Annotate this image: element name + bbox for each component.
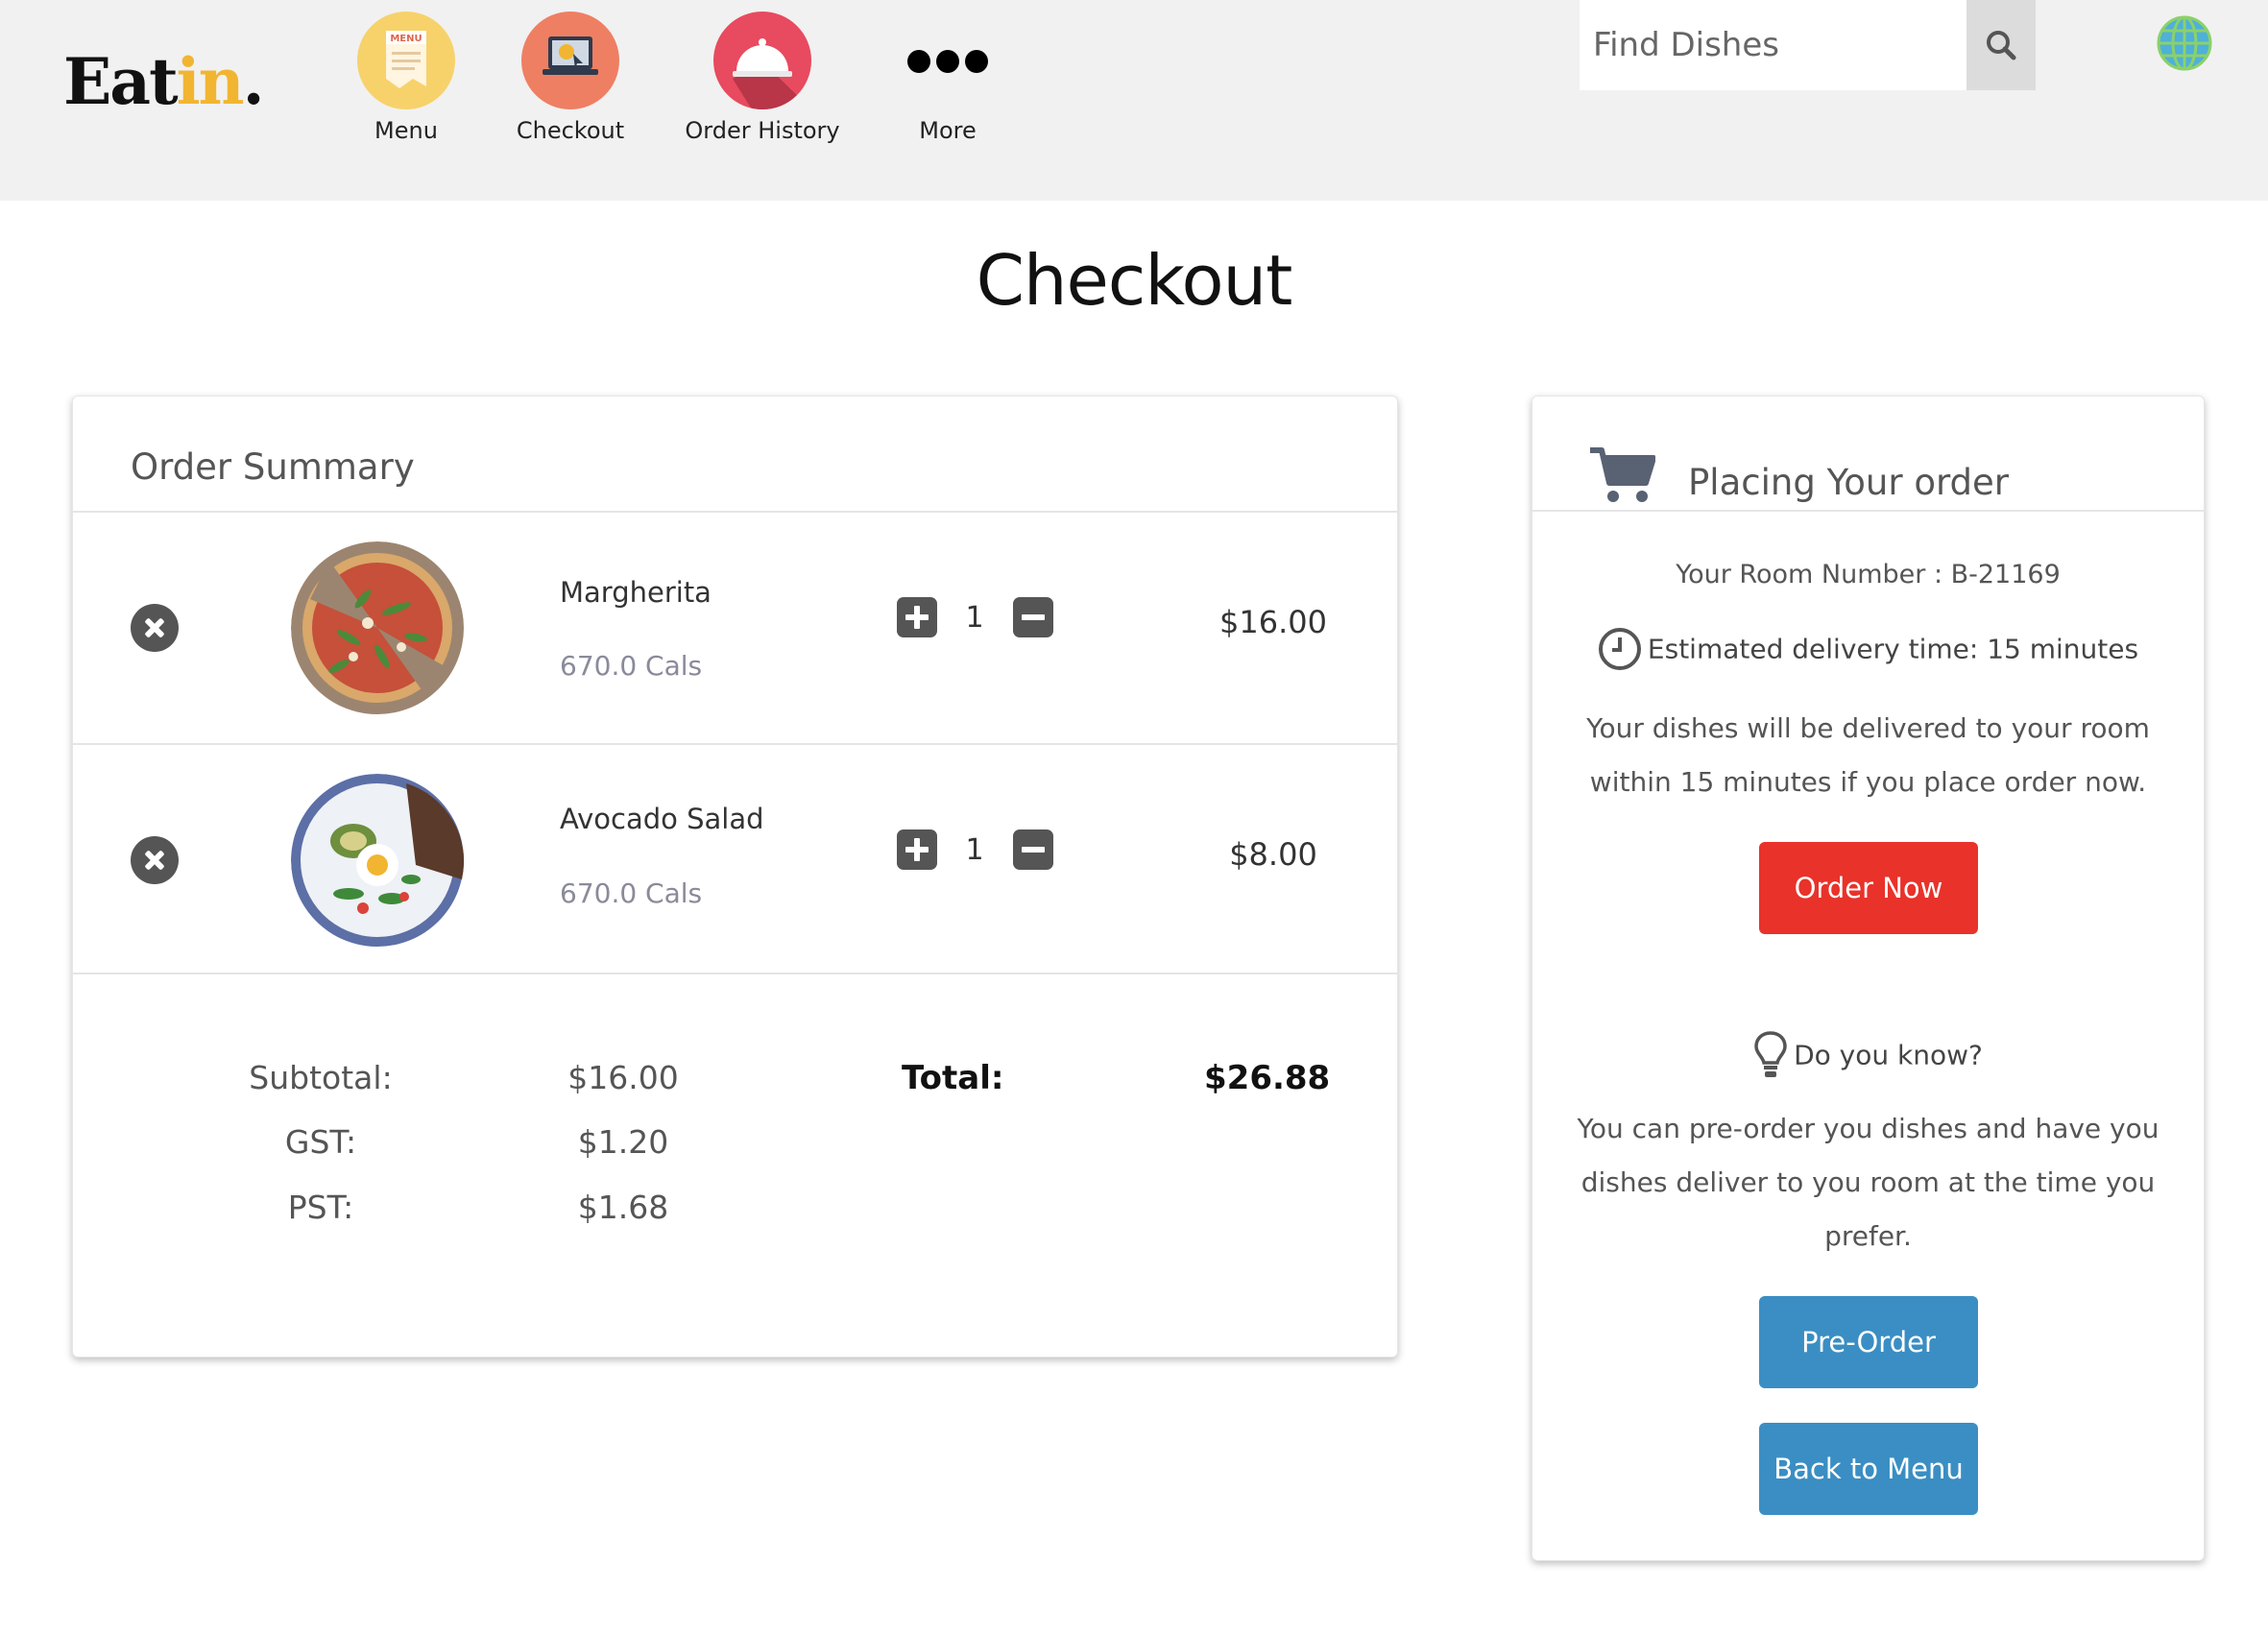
eatin-logo[interactable]: Eatin. <box>63 44 265 119</box>
cart-icon <box>1590 447 1655 502</box>
placing-order-title: Placing Your order <box>1688 462 2009 503</box>
increase-quantity-button[interactable] <box>897 829 937 870</box>
divider <box>73 973 1397 974</box>
salad-image <box>291 774 465 948</box>
quantity-value: 1 <box>965 601 984 635</box>
do-you-know: Do you know? <box>1532 1030 2204 1080</box>
quantity-value: 1 <box>965 833 984 867</box>
back-to-menu-button[interactable]: Back to Menu <box>1759 1423 1978 1515</box>
pre-order-button[interactable]: Pre-Order <box>1759 1296 1978 1388</box>
total-value: $26.88 <box>1204 1059 1331 1097</box>
nav-checkout-label: Checkout <box>516 117 625 144</box>
nav-menu[interactable]: MENU Menu <box>310 12 502 144</box>
order-item-row: Margherita 670.0 Cals 1 $16.00 <box>73 513 1397 743</box>
nav-more-label: More <box>919 117 977 144</box>
laptop-payment-icon <box>521 12 619 109</box>
search-button[interactable] <box>1966 0 2036 90</box>
placing-order-card: Placing Your order Your Room Number : B-… <box>1532 396 2205 1561</box>
remove-item-button[interactable] <box>131 836 179 884</box>
room-number: Your Room Number : B-21169 <box>1676 560 2061 589</box>
delivery-note-line: within 15 minutes if you place order now… <box>1589 766 2147 798</box>
menu-card-icon: MENU <box>357 12 455 109</box>
gst-label: GST: <box>284 1123 357 1161</box>
dish-name: Avocado Salad <box>560 803 764 835</box>
delivery-note-line: Your dishes will be delivered to your ro… <box>1586 712 2150 744</box>
total-label: Total: <box>902 1059 1004 1097</box>
cloche-icon <box>713 12 811 109</box>
increase-quantity-button[interactable] <box>897 597 937 637</box>
item-price: $8.00 <box>1229 836 1317 873</box>
nav-menu-label: Menu <box>374 117 438 144</box>
tip-line: dishes deliver to you room at the time y… <box>1580 1166 2156 1198</box>
clock-icon <box>1598 628 1641 670</box>
tip-line: You can pre-order you dishes and have yo… <box>1577 1113 2159 1144</box>
pizza-image <box>291 541 465 715</box>
dish-name: Margherita <box>560 576 712 609</box>
remove-item-button[interactable] <box>131 604 179 652</box>
decrease-quantity-button[interactable] <box>1013 829 1053 870</box>
estimated-delivery: Estimated delivery time: 15 minutes <box>1532 627 2204 671</box>
globe-icon[interactable] <box>2155 13 2214 73</box>
order-now-button[interactable]: Order Now <box>1759 842 1978 934</box>
more-dots-icon <box>899 12 997 109</box>
order-summary-card: Order Summary Margherita 670.0 Cals 1 $1… <box>72 396 1398 1358</box>
tip-line: prefer. <box>1824 1220 1912 1252</box>
item-price: $16.00 <box>1219 604 1327 640</box>
subtotal-label: Subtotal: <box>249 1059 393 1096</box>
top-header: Eatin. MENU Menu Checkout Order History … <box>0 0 2268 201</box>
divider <box>1532 510 2204 512</box>
nav-order-history[interactable]: Order History <box>666 12 858 144</box>
dish-calories: 670.0 Cals <box>560 650 703 682</box>
nav-order-history-label: Order History <box>685 117 840 144</box>
do-you-know-text: Do you know? <box>1794 1039 1983 1071</box>
search-icon <box>1987 31 2016 60</box>
gst-value: $1.20 <box>577 1123 669 1161</box>
order-summary-title: Order Summary <box>131 446 415 488</box>
decrease-quantity-button[interactable] <box>1013 597 1053 637</box>
estimated-delivery-text: Estimated delivery time: 15 minutes <box>1647 633 2139 665</box>
page-title: Checkout <box>976 240 1293 321</box>
dish-calories: 670.0 Cals <box>560 877 703 909</box>
order-item-row: Avocado Salad 670.0 Cals 1 $8.00 <box>73 745 1397 975</box>
nav-more[interactable]: More <box>852 12 1044 144</box>
svg-text:MENU: MENU <box>390 34 422 44</box>
subtotal-value: $16.00 <box>567 1059 679 1096</box>
lightbulb-icon <box>1754 1031 1787 1077</box>
pst-value: $1.68 <box>577 1189 669 1226</box>
search-bar <box>1580 0 2036 90</box>
search-input[interactable] <box>1580 0 1966 90</box>
pst-label: PST: <box>287 1189 354 1226</box>
nav-checkout[interactable]: Checkout <box>474 12 666 144</box>
